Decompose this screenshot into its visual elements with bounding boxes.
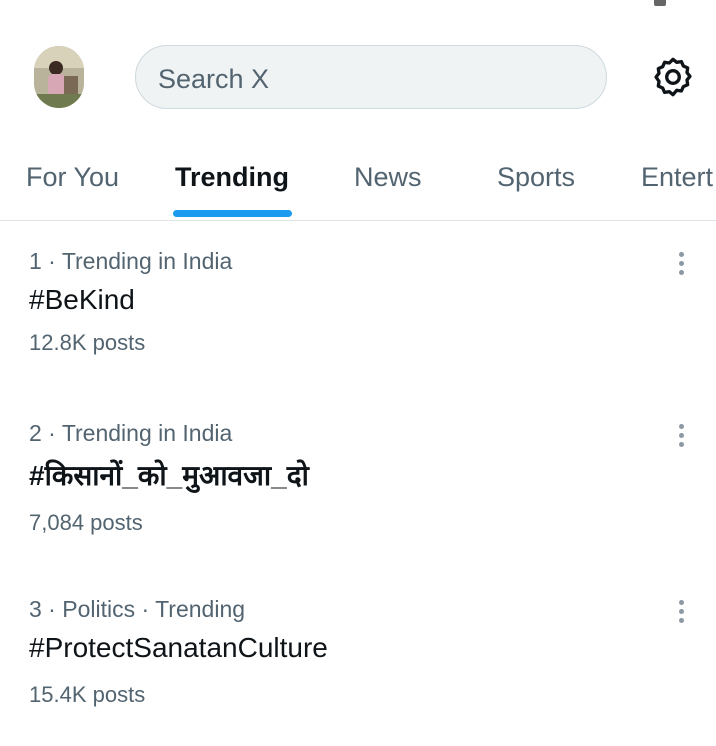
search-placeholder: Search X: [158, 64, 270, 94]
tab-for-you[interactable]: For You: [26, 162, 119, 193]
trend-context: 2 · Trending in India: [29, 420, 233, 446]
tab-bar: For You Trending News Sports Entert: [0, 150, 716, 221]
trend-title: #किसानों_को_मुआवजा_दो: [29, 460, 309, 491]
search-input[interactable]: Search X: [135, 45, 607, 109]
trend-item[interactable]: 3 · Politics · Trending #ProtectSanatanC…: [0, 596, 716, 746]
tab-sports[interactable]: Sports: [497, 162, 575, 193]
trend-title: #BeKind: [29, 284, 135, 315]
trend-title: #ProtectSanatanCulture: [29, 632, 328, 663]
more-vertical-icon[interactable]: [670, 598, 694, 628]
gear-icon[interactable]: [652, 56, 694, 98]
battery-icon: [654, 0, 666, 6]
tab-trending[interactable]: Trending: [175, 162, 289, 193]
more-vertical-icon[interactable]: [670, 250, 694, 280]
avatar-photo: [34, 46, 84, 108]
trend-post-count: 12.8K posts: [29, 330, 146, 355]
tab-entertainment[interactable]: Entert: [641, 162, 713, 193]
trend-post-count: 7,084 posts: [29, 510, 143, 535]
trend-context: 1 · Trending in India: [29, 248, 233, 274]
trend-item[interactable]: 2 · Trending in India #किसानों_को_मुआवजा…: [0, 420, 716, 570]
trend-post-count: 15.4K posts: [29, 682, 146, 707]
trend-context: 3 · Politics · Trending: [29, 596, 246, 622]
avatar[interactable]: [34, 46, 84, 108]
more-vertical-icon[interactable]: [670, 422, 694, 452]
tab-news[interactable]: News: [354, 162, 422, 193]
trend-item[interactable]: 1 · Trending in India #BeKind 12.8K post…: [0, 248, 716, 398]
active-tab-indicator: [173, 210, 292, 217]
status-bar: [0, 0, 716, 14]
